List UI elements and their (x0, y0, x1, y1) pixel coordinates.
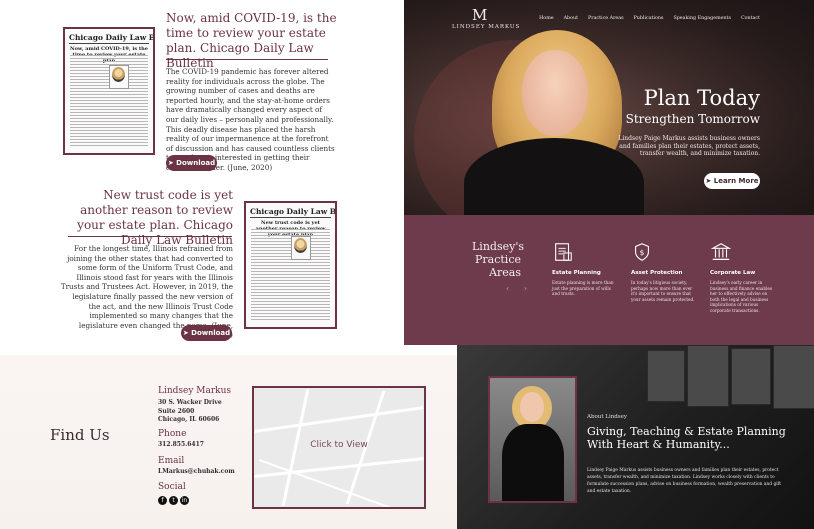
practice-item-desc: Lindsey's early career in business and f… (710, 280, 773, 313)
shield-dollar-icon: $ (635, 243, 649, 261)
nav-publications[interactable]: Publications (634, 16, 664, 21)
background-book (773, 345, 814, 409)
article-title-covid[interactable]: Now, amid COVID-19, is the time to revie… (166, 11, 346, 71)
article-divider (68, 236, 232, 237)
address-line-3: Chicago, IL 60606 (158, 416, 220, 424)
about-description: Lindsey Paige Markus assists business ow… (587, 468, 782, 494)
linkedin-icon[interactable]: in (180, 496, 189, 505)
practice-item-corporate-law[interactable]: Corporate Law Lindsey's early career in … (710, 241, 776, 314)
hero-description: Lindsey Paige Markus assists business ow… (618, 135, 760, 157)
practice-areas-title: Lindsey's Practice Areas (472, 240, 524, 279)
practice-item-desc: Estate planning is more than just the pr… (552, 280, 614, 297)
site-logo-name[interactable]: LINDSEY MARKUS (452, 24, 520, 30)
practice-item-label: Asset Protection (631, 270, 683, 276)
clipping-portrait (112, 67, 125, 82)
practice-item-label: Estate Planning (552, 270, 601, 276)
newspaper-clipping-trust-code[interactable]: Chicago Daily Law Bulletin New trust cod… (244, 201, 337, 329)
background-book (647, 350, 685, 402)
download-button-covid[interactable]: ➤ Download (166, 155, 217, 171)
clipping-masthead: Chicago Daily Law Bulletin (69, 33, 155, 44)
nav-practice-areas[interactable]: Practice Areas (588, 16, 624, 21)
courthouse-icon (710, 243, 732, 260)
hero-portrait-face (522, 50, 588, 136)
clipping-portrait (294, 238, 307, 253)
article-divider (166, 59, 328, 60)
map-road (254, 406, 424, 433)
publications-section: Chicago Daily Law Bulletin Now, amid COV… (0, 0, 404, 355)
practice-item-desc: In today's litigious society, perhaps no… (631, 280, 695, 302)
practice-item-label: Corporate Law (710, 270, 756, 276)
hero-banner: M LINDSEY MARKUS Home About Practice Are… (404, 0, 814, 215)
phone-number[interactable]: 312.855.6417 (158, 441, 204, 450)
hero-headline: Plan Today (643, 86, 760, 110)
find-us-title: Find Us (50, 426, 110, 444)
nav-home[interactable]: Home (539, 16, 553, 21)
hero-subheadline: Strengthen Tomorrow (625, 112, 760, 126)
main-nav: Home About Practice Areas Publications S… (539, 16, 760, 21)
clipping-masthead: Chicago Daily Law Bulletin (250, 207, 337, 218)
contact-name: Lindsey Markus (158, 386, 232, 396)
nav-about[interactable]: About (564, 16, 578, 21)
document-icon (555, 243, 572, 261)
carousel-arrows[interactable]: ‹ › (506, 284, 533, 293)
portrait-body (502, 424, 564, 501)
practice-item-asset-protection[interactable]: $ Asset Protection In today's litigious … (631, 241, 697, 302)
article-title-trust-code[interactable]: New trust code is yet another reason to … (60, 188, 233, 248)
about-subtitle: About Lindsey (587, 414, 627, 420)
background-book (687, 345, 729, 407)
newspaper-clipping-covid[interactable]: Chicago Daily Law Bulletin Now, amid COV… (63, 27, 155, 155)
practice-areas-section: Lindsey's Practice Areas ‹ › Estate Plan… (404, 215, 814, 345)
site-logo-mark[interactable]: M (472, 6, 487, 24)
facebook-icon[interactable]: f (158, 496, 167, 505)
about-portrait (488, 376, 577, 503)
phone-label: Phone (158, 429, 187, 439)
twitter-icon[interactable]: t (169, 496, 178, 505)
address-line-1: 30 S. Wacker Drive (158, 399, 222, 406)
background-book (731, 348, 771, 405)
social-label: Social (158, 482, 186, 492)
map-click-to-view[interactable]: Click to View (254, 440, 424, 450)
download-button-trust-code[interactable]: ➤ Download (181, 325, 232, 341)
location-map[interactable]: Click to View (252, 386, 426, 509)
portrait-face (520, 392, 544, 422)
address-line-2: Suite 2600 (158, 407, 195, 415)
about-headline: Giving, Teaching & Estate Planning With … (587, 425, 786, 451)
nav-speaking-engagements[interactable]: Speaking Engagements (673, 16, 730, 21)
learn-more-button[interactable]: ➤ Learn More (704, 173, 760, 189)
practice-item-estate-planning[interactable]: Estate Planning Estate planning is more … (552, 241, 618, 297)
email-address[interactable]: LMarkus@chuhak.com (158, 468, 235, 477)
svg-text:$: $ (640, 248, 645, 257)
email-label: Email (158, 456, 185, 466)
nav-contact[interactable]: Contact (741, 16, 760, 21)
about-section: About Lindsey Giving, Teaching & Estate … (457, 345, 814, 529)
